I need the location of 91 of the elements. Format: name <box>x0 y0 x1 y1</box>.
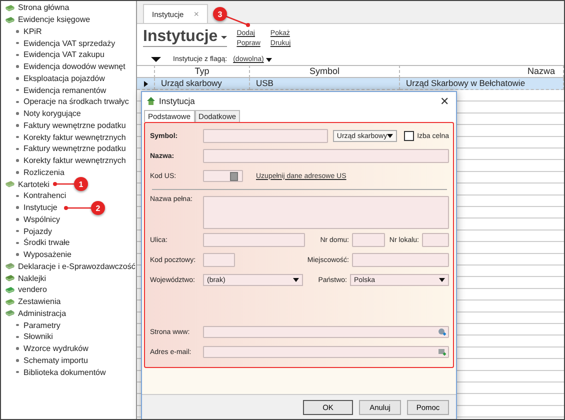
sidebar-item[interactable]: Kontrahenci <box>24 191 66 200</box>
sidebar-item[interactable]: Biblioteka dokumentów <box>24 368 106 377</box>
column-header[interactable]: Typ <box>155 65 250 78</box>
page-title[interactable]: Instytucje <box>143 28 227 47</box>
sidebar-item[interactable]: Słowniki <box>24 332 53 342</box>
row-pointer-icon <box>144 80 148 86</box>
sidebar-item[interactable]: Zestawienia <box>18 297 61 306</box>
sidebar-item[interactable]: Wspólnicy <box>24 214 60 224</box>
full-name-field[interactable] <box>203 196 449 229</box>
bullet-icon <box>16 206 18 209</box>
bullet-icon <box>16 359 18 362</box>
bullet-icon <box>16 230 18 232</box>
house-number-field[interactable] <box>352 233 385 247</box>
globe-plus-icon[interactable] <box>438 328 446 336</box>
city-field[interactable] <box>352 253 449 267</box>
sidebar-item[interactable]: Wyposażenie <box>24 250 72 260</box>
table-cell: Urząd skarbowy <box>155 78 250 90</box>
bullet-icon <box>16 253 18 256</box>
bullet-icon <box>16 77 18 80</box>
bullet-icon <box>16 112 18 115</box>
app-logo-icon <box>147 97 155 105</box>
checkbox[interactable] <box>404 131 414 141</box>
bullet-icon <box>16 347 18 350</box>
website-field[interactable] <box>203 326 449 338</box>
row-selector[interactable] <box>137 78 155 90</box>
sidebar-item[interactable]: KPiR <box>24 26 42 36</box>
bullet-icon <box>16 100 18 104</box>
sidebar-item[interactable]: vendero <box>18 285 47 294</box>
book-stack-icon <box>5 274 15 282</box>
sidebar-item[interactable]: Parametry <box>24 320 60 330</box>
sidebar-item[interactable]: Instytucje <box>24 203 58 212</box>
sidebar-item[interactable]: Ewidencja dowodów wewnęt <box>24 62 126 72</box>
postal-code-field[interactable] <box>203 253 235 267</box>
sidebar-item[interactable]: Naklejki <box>18 274 46 283</box>
book-stack-icon <box>5 286 15 294</box>
book-stack-icon <box>5 262 15 270</box>
bullet-icon <box>16 54 18 56</box>
envelope-plus-icon[interactable] <box>438 348 446 356</box>
name-field[interactable] <box>203 149 449 163</box>
sidebar-item[interactable]: Korekty faktur wewnętrznych <box>24 132 126 142</box>
bullet-icon <box>16 218 18 221</box>
sidebar-item[interactable]: Strona główna <box>18 3 70 12</box>
bullet-icon <box>16 370 18 374</box>
sidebar-item[interactable]: Ewidencja VAT zakupu <box>24 50 104 60</box>
sidebar-item[interactable]: Schematy importu <box>24 356 88 365</box>
table-cell: Urząd Skarbowy w Bełchatowie <box>400 78 564 90</box>
dialog-title: Instytucja <box>159 96 196 106</box>
close-icon[interactable]: ✕ <box>440 94 456 108</box>
book-stack-icon <box>5 180 15 188</box>
bullet-icon <box>16 65 18 68</box>
column-header[interactable]: Nazwa <box>400 65 564 78</box>
email-field[interactable] <box>203 346 449 358</box>
book-stack-icon <box>5 4 15 12</box>
sidebar-item[interactable]: Kartoteki <box>18 180 50 189</box>
bullet-icon <box>16 336 18 338</box>
street-field[interactable] <box>203 233 305 247</box>
bullet-icon <box>16 159 18 162</box>
sidebar-item[interactable]: Faktury wewnętrzne podatku <box>24 144 126 154</box>
bullet-icon <box>16 124 18 127</box>
book-stack-icon <box>5 16 15 24</box>
sidebar-item[interactable]: Ewidencje księgowe <box>18 15 90 24</box>
sidebar-item[interactable]: Administracja <box>18 308 66 318</box>
book-stack-icon <box>5 298 15 306</box>
bullet-icon <box>16 171 18 174</box>
calculator-icon[interactable] <box>230 172 238 180</box>
sidebar-item[interactable]: Operacje na środkach trwałyc <box>24 97 129 106</box>
bullet-icon <box>16 148 18 150</box>
bullet-icon <box>16 324 18 326</box>
symbol-field[interactable] <box>203 129 328 143</box>
book-stack-icon <box>5 309 15 318</box>
sidebar-item[interactable]: Deklaracje i e-Sprawozdawczość <box>18 262 136 271</box>
column-header[interactable]: Symbol <box>250 65 400 78</box>
sidebar-item[interactable]: Korekty faktur wewnętrznych <box>24 156 126 166</box>
sidebar-item[interactable]: Pojazdy <box>24 226 52 236</box>
sidebar-item[interactable]: Eksploatacja pojazdów <box>24 74 105 83</box>
table-cell: USB <box>250 78 400 90</box>
bullet-icon <box>16 136 18 138</box>
bullet-icon <box>16 88 18 92</box>
sidebar-item[interactable]: Ewidencja remanentów <box>24 86 106 95</box>
bullet-icon <box>16 42 18 44</box>
sidebar-item[interactable]: Rozliczenia <box>24 168 64 177</box>
code-field[interactable] <box>203 170 243 182</box>
bullet-icon <box>16 242 18 244</box>
sidebar-item[interactable]: Ewidencja VAT sprzedaży <box>24 38 116 48</box>
bullet-icon <box>16 30 18 33</box>
sidebar-item[interactable]: Noty korygujące <box>24 109 81 118</box>
sidebar-item[interactable]: Wzorce wydruków <box>24 344 88 354</box>
apartment-field[interactable] <box>422 233 449 247</box>
sidebar-item[interactable]: Środki trwałe <box>24 238 70 248</box>
bullet-icon <box>16 194 18 198</box>
sidebar-item[interactable]: Faktury wewnętrzne podatku <box>24 120 126 130</box>
